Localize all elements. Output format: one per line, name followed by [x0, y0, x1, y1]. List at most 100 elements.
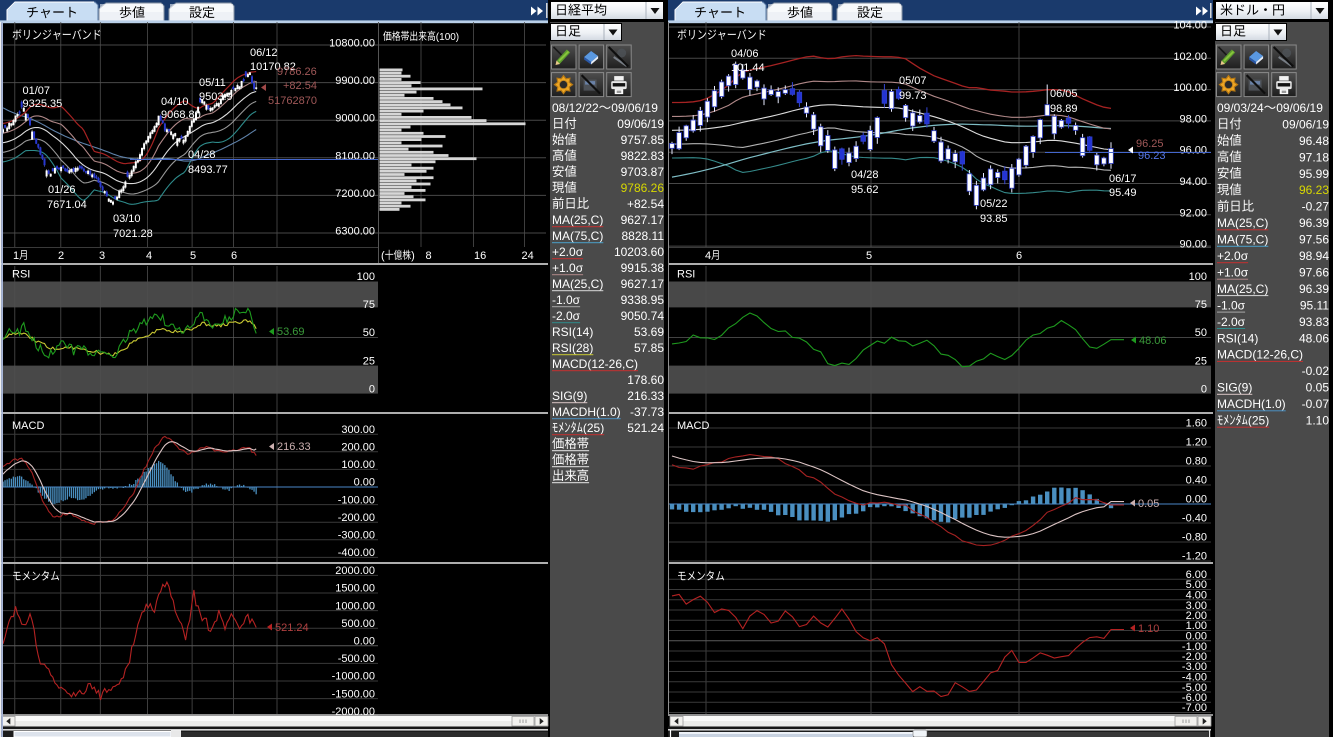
svg-text:-7.00: -7.00 [1182, 702, 1207, 714]
svg-text:-400.00: -400.00 [338, 547, 375, 559]
svg-text:1.10: 1.10 [1138, 623, 1159, 635]
svg-text:9627.17: 9627.17 [621, 213, 665, 227]
svg-text:09/06/19: 09/06/19 [617, 117, 664, 131]
svg-text:+82.54: +82.54 [283, 80, 317, 92]
svg-text:05/07: 05/07 [899, 75, 927, 87]
svg-text:09/06/19: 09/06/19 [1282, 117, 1329, 131]
svg-text:95.99: 95.99 [1299, 167, 1329, 181]
svg-text:MACD: MACD [677, 420, 709, 432]
svg-text:9915.38: 9915.38 [621, 261, 665, 275]
svg-text:102.00: 102.00 [1173, 51, 1207, 63]
svg-text:-0.80: -0.80 [1182, 532, 1207, 544]
svg-text:-200.00: -200.00 [338, 512, 375, 524]
svg-text:-37.73: -37.73 [630, 405, 664, 419]
svg-text:RSI: RSI [677, 269, 695, 281]
svg-text:05/11: 05/11 [199, 77, 226, 89]
svg-text:03/10: 03/10 [113, 213, 141, 225]
svg-text:-500.00: -500.00 [338, 653, 375, 665]
svg-text:200.00: 200.00 [341, 442, 375, 454]
svg-text:+2.0σ: +2.0σ [552, 245, 584, 259]
svg-text:MA(25,C): MA(25,C) [1217, 216, 1268, 230]
svg-text:1500.00: 1500.00 [335, 583, 375, 595]
svg-text:RSI(14): RSI(14) [552, 325, 593, 339]
svg-text:MA(25,C): MA(25,C) [552, 277, 603, 291]
svg-text:0.05: 0.05 [1138, 498, 1159, 510]
svg-text:100.00: 100.00 [1173, 82, 1207, 94]
svg-text:8493.77: 8493.77 [188, 164, 228, 176]
svg-text:96.48: 96.48 [1299, 134, 1329, 148]
svg-text:100: 100 [357, 271, 375, 283]
svg-text:7021.28: 7021.28 [113, 228, 153, 240]
svg-text:0: 0 [1201, 383, 1207, 395]
svg-text:500.00: 500.00 [341, 618, 375, 630]
svg-text:09/06/19: 09/06/19 [611, 101, 658, 115]
svg-text:RSI(28): RSI(28) [552, 341, 593, 355]
svg-text:6: 6 [1016, 250, 1022, 262]
svg-text:9627.17: 9627.17 [621, 277, 665, 291]
svg-text:53.69: 53.69 [277, 326, 305, 338]
svg-text:06/12: 06/12 [250, 47, 278, 59]
svg-text:2000.00: 2000.00 [335, 565, 375, 577]
svg-text:04/10: 04/10 [161, 96, 189, 108]
svg-text:-2.0σ: -2.0σ [1217, 315, 1246, 329]
svg-text:1.10: 1.10 [1306, 414, 1330, 428]
svg-text:-2.0σ: -2.0σ [552, 309, 581, 323]
svg-text:93.85: 93.85 [980, 213, 1008, 225]
svg-text:-1.20: -1.20 [1182, 551, 1207, 563]
svg-text:96.23: 96.23 [1138, 150, 1166, 162]
svg-text:50: 50 [1195, 327, 1207, 339]
svg-text:16: 16 [474, 250, 486, 262]
svg-text:9786.26: 9786.26 [621, 181, 665, 195]
svg-text:-0.27: -0.27 [1302, 200, 1330, 214]
svg-text:MACD: MACD [12, 420, 44, 432]
svg-text:RSI(14): RSI(14) [1217, 331, 1258, 345]
svg-text:9338.95: 9338.95 [621, 293, 665, 307]
svg-text:04/06: 04/06 [731, 48, 759, 60]
svg-text:51762870: 51762870 [268, 95, 317, 107]
svg-text:100: 100 [1189, 271, 1207, 283]
svg-text:97.18: 97.18 [1299, 150, 1329, 164]
svg-text:08/12/22: 08/12/22 [552, 101, 599, 115]
svg-text:-1500.00: -1500.00 [332, 688, 375, 700]
svg-text:94.00: 94.00 [1179, 176, 1207, 188]
svg-text:01/26: 01/26 [48, 184, 76, 196]
svg-text:MA(25,C): MA(25,C) [1217, 282, 1268, 296]
svg-text:-300.00: -300.00 [338, 530, 375, 542]
svg-text:98.00: 98.00 [1179, 113, 1207, 125]
svg-text:+1.0σ: +1.0σ [1217, 266, 1249, 280]
svg-text:48.06: 48.06 [1299, 331, 1329, 345]
svg-text:97.66: 97.66 [1299, 266, 1329, 280]
svg-text:MACD(12-26,C): MACD(12-26,C) [552, 357, 638, 371]
svg-text:9068.80: 9068.80 [161, 109, 201, 121]
svg-text:96.00: 96.00 [1179, 145, 1207, 157]
svg-text:SIG(9): SIG(9) [552, 389, 587, 403]
svg-text:5: 5 [190, 250, 196, 262]
svg-text:96.39: 96.39 [1299, 282, 1329, 296]
svg-text:10203.60: 10203.60 [614, 245, 664, 259]
svg-text:8828.11: 8828.11 [622, 229, 665, 243]
svg-text:-0.40: -0.40 [1182, 513, 1207, 525]
svg-text:SIG(9): SIG(9) [1217, 381, 1252, 395]
svg-text:9822.83: 9822.83 [621, 149, 665, 163]
svg-text:1: 1 [13, 250, 19, 262]
svg-text:300.00: 300.00 [341, 424, 375, 436]
svg-text:5: 5 [866, 250, 872, 262]
svg-text:MACDH(1.0): MACDH(1.0) [552, 405, 621, 419]
svg-text:95.11: 95.11 [1300, 298, 1329, 312]
svg-text:90.00: 90.00 [1179, 239, 1207, 251]
svg-text:-1000.00: -1000.00 [332, 671, 375, 683]
svg-text:0: 0 [369, 383, 375, 395]
svg-text:RSI: RSI [12, 269, 30, 281]
svg-text:216.33: 216.33 [277, 441, 311, 453]
svg-text:1000.00: 1000.00 [335, 600, 375, 612]
svg-text:6: 6 [231, 250, 237, 262]
svg-text:95.49: 95.49 [1109, 187, 1137, 199]
svg-text:75: 75 [363, 299, 375, 311]
svg-text:93.83: 93.83 [1299, 315, 1329, 329]
svg-text:2: 2 [58, 250, 64, 262]
svg-text:99.73: 99.73 [899, 90, 927, 102]
svg-text:521.24: 521.24 [627, 421, 664, 435]
svg-text:96.25: 96.25 [1136, 138, 1164, 150]
svg-text:0.80: 0.80 [1186, 456, 1207, 468]
svg-text:-0.07: -0.07 [1302, 397, 1330, 411]
